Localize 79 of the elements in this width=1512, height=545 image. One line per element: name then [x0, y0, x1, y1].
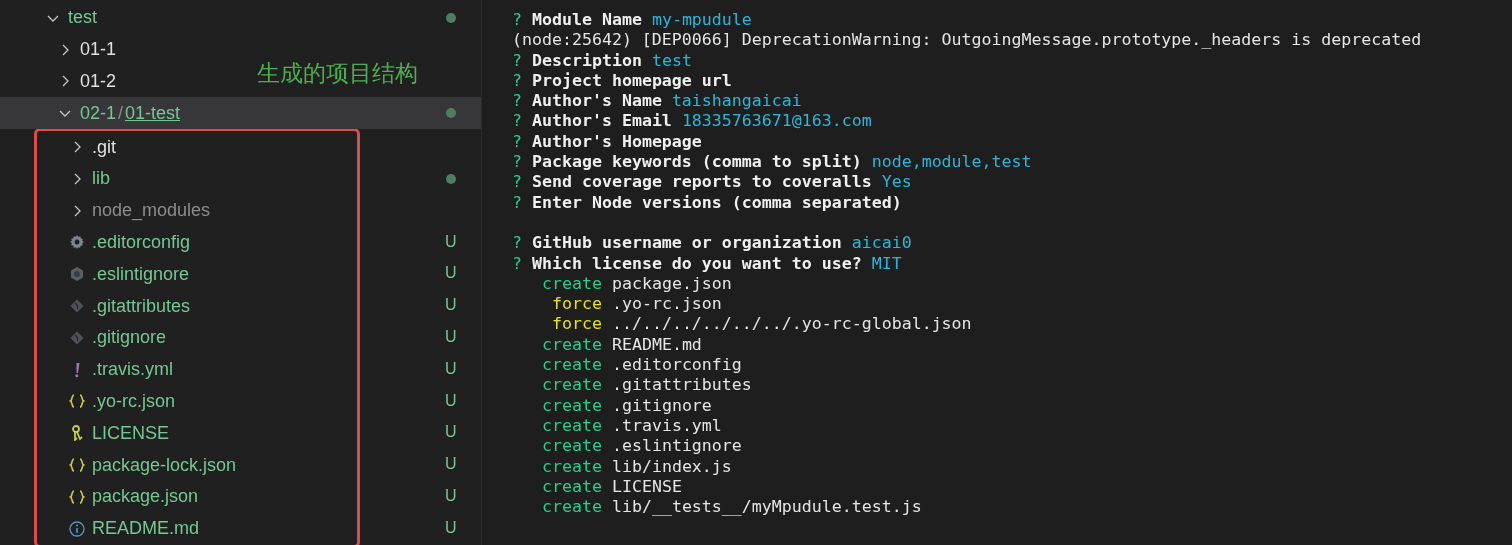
terminal-line: ? Package keywords (comma to split) node,module,test — [512, 152, 1033, 173]
tree-item[interactable]: .yo-rc.json — [0, 385, 240, 418]
terminal-line: (node:25642) [DEP0066] DeprecationWarning: OutgoingMessage.prototype._headers is deprecated — [512, 30, 1423, 51]
braces-icon — [69, 458, 85, 473]
git-status: U — [445, 359, 457, 378]
terminal-line: create lib/__tests__/myMpudule.test.js — [541, 497, 923, 518]
terminal-line: create LICENSE — [541, 476, 683, 498]
git-status: U — [445, 327, 457, 346]
git-status: U — [445, 391, 457, 410]
terminal-line: ? Module Name my-mpudule — [512, 10, 753, 31]
tree-item[interactable]: .gitattributes — [0, 290, 240, 322]
terminal-line: force ../../../../../../.yo-rc-global.json — [551, 314, 973, 335]
git-status: U — [445, 486, 457, 505]
folder-label: node_modules — [92, 200, 211, 222]
tree-item[interactable]: .gitignore — [0, 321, 240, 354]
tree-item[interactable]: .git — [0, 131, 240, 163]
braces-icon — [69, 394, 85, 409]
annotation-text: 生成的项目结构 — [257, 59, 418, 88]
folder-label: .git — [92, 136, 116, 158]
tree-item[interactable]: package.json — [0, 480, 240, 513]
key-icon — [71, 425, 83, 442]
terminal-line: create .travis.yml — [541, 415, 723, 437]
file-label: .yo-rc.json — [92, 390, 176, 412]
info-icon — [69, 520, 85, 537]
git-status: U — [445, 264, 457, 283]
file-label: LICENSE — [92, 422, 170, 444]
terminal-line: force .yo-rc.json — [551, 294, 723, 315]
terminal-line: ? Author's Email 18335763671@163.com — [512, 111, 873, 132]
folder-label: lib — [92, 168, 110, 190]
terminal-line: ? Send coverage reports to coveralls Yes — [512, 172, 913, 193]
terminal-line: create .editorconfig — [541, 355, 743, 376]
file-label: .eslintignore — [92, 263, 190, 285]
tree-item[interactable]: .travis.yml — [0, 353, 240, 386]
git-icon — [69, 298, 85, 315]
folder-label: 02-1/01-test — [80, 102, 181, 124]
file-label: .editorconfig — [92, 231, 191, 253]
tree-item[interactable]: LICENSE — [0, 417, 240, 450]
terminal-line: ? Author's Name taishangaicai — [512, 91, 803, 112]
file-label: .gitignore — [92, 327, 167, 349]
tree-item[interactable]: README.md — [0, 512, 240, 545]
tree-item[interactable]: package-lock.json — [0, 449, 240, 481]
git-status: U — [445, 232, 457, 251]
terminal-line: create .gitignore — [541, 395, 713, 416]
git-status: U — [445, 296, 457, 315]
terminal-line: ? Enter Node versions (comma separated) — [512, 192, 903, 213]
tree-item[interactable]: 01-1 — [0, 33, 240, 66]
hexagon-icon — [69, 266, 85, 283]
terminal-line: ? GitHub username or organization aicai0 — [512, 233, 913, 254]
terminal-line: ? Project homepage url — [512, 70, 733, 92]
tree-item[interactable]: 01-2 — [0, 65, 240, 98]
terminal-line: create .gitattributes — [541, 375, 753, 396]
terminal-line: create README.md — [541, 334, 703, 356]
terminal-line: ? Description test — [512, 50, 693, 71]
git-status: U — [445, 455, 457, 474]
tree-item[interactable]: .eslintignore — [0, 258, 240, 291]
file-label: .travis.yml — [92, 359, 173, 381]
file-label: package-lock.json — [92, 454, 237, 476]
folder-label: 01-1 — [80, 39, 117, 61]
gear-icon — [69, 234, 85, 251]
exclamation-icon — [73, 361, 81, 378]
terminal-line: create package.json — [541, 273, 733, 295]
braces-icon — [69, 489, 85, 504]
terminal-line: create lib/index.js — [541, 456, 733, 477]
folder-label: test — [68, 7, 97, 29]
tree-item[interactable]: .editorconfig — [0, 226, 240, 259]
file-label: package.json — [92, 486, 199, 508]
git-status: U — [445, 423, 457, 442]
terminal-line: ? Which license do you want to use? MIT — [512, 253, 903, 274]
tree-item[interactable]: test — [0, 2, 240, 34]
terminal-line: create .eslintignore — [541, 436, 743, 457]
tree-item[interactable]: lib — [0, 163, 240, 195]
tree-item[interactable]: node_modules — [0, 194, 240, 227]
tree-item[interactable]: 02-1/01-test — [0, 97, 481, 130]
terminal-line: ? Author's Homepage — [512, 131, 703, 153]
file-label: README.md — [92, 518, 199, 540]
git-icon — [69, 329, 85, 346]
git-status: U — [445, 518, 457, 537]
file-label: .gitattributes — [92, 295, 191, 317]
folder-label: 01-2 — [80, 71, 117, 92]
